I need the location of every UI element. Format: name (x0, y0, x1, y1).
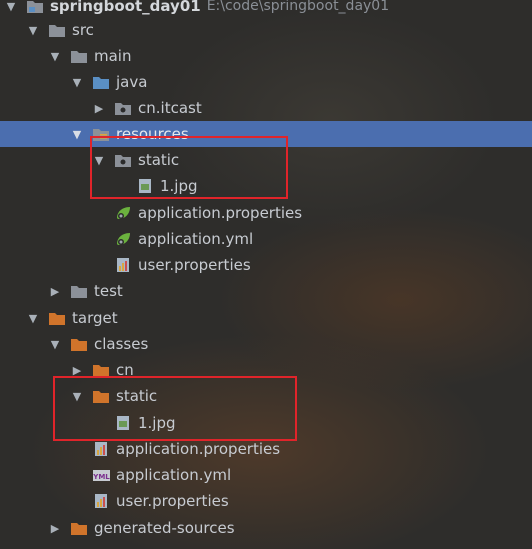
tree-item-label: main (94, 47, 132, 65)
folder-orange-icon (48, 310, 66, 326)
tree-root-path: E:\code\springboot_day01 (206, 0, 390, 14)
tree-item-label: src (72, 21, 94, 39)
chevron-down-icon[interactable]: ▼ (70, 76, 84, 89)
spring-leaf-icon (114, 231, 132, 247)
highlight-box-target-static (53, 376, 297, 441)
module-folder-icon (26, 0, 44, 14)
chevron-right-icon[interactable]: ▶ (92, 102, 106, 115)
tree-item-label: java (116, 73, 148, 91)
yml-badge: YML (92, 473, 110, 481)
tree-item-main[interactable]: ▼ main (0, 43, 532, 69)
folder-orange-icon (70, 520, 88, 536)
folder-gray-icon (48, 22, 66, 38)
folder-orange-icon (70, 336, 88, 352)
spring-leaf-icon (114, 205, 132, 221)
folder-blue-icon (92, 74, 110, 90)
tree-item-label: user.properties (116, 492, 229, 510)
folder-gray-icon (70, 48, 88, 64)
tree-item-classes[interactable]: ▼ classes (0, 331, 532, 357)
chevron-down-icon[interactable]: ▼ (48, 338, 62, 351)
tree-item-label: application.properties (116, 440, 281, 458)
package-icon (114, 100, 132, 116)
tree-item-test[interactable]: ▶ test (0, 278, 532, 304)
yml-file-icon: YML (92, 467, 110, 483)
folder-gray-icon (70, 283, 88, 299)
chevron-right-icon[interactable]: ▶ (70, 364, 84, 377)
chevron-down-icon[interactable]: ▼ (4, 0, 18, 13)
tree-item-user-properties-target[interactable]: ▶ user.properties (0, 488, 532, 514)
chevron-down-icon[interactable]: ▼ (26, 24, 40, 37)
tree-item-label: application.properties (138, 204, 303, 222)
tree-item-application-properties[interactable]: ▶ application.properties (0, 200, 532, 226)
chevron-right-icon[interactable]: ▶ (48, 285, 62, 298)
highlight-box-src-static (90, 136, 288, 199)
tree-item-label: application.yml (138, 230, 254, 248)
properties-file-icon (114, 257, 132, 273)
properties-file-icon (92, 441, 110, 457)
properties-file-icon (92, 493, 110, 509)
tree-item-generated-sources[interactable]: ▶ generated-sources (0, 515, 532, 541)
tree-item-src[interactable]: ▼ src (0, 17, 532, 43)
tree-item-application-yml-target[interactable]: ▶ YML application.yml (0, 462, 532, 488)
tree-item-java[interactable]: ▼ java (0, 69, 532, 95)
tree-item-application-yml[interactable]: ▶ application.yml (0, 226, 532, 252)
tree-root-label: springboot_day01 (50, 0, 201, 15)
project-tree-panel: ▼ springboot_day01 E:\code\springboot_da… (0, 0, 532, 549)
chevron-down-icon[interactable]: ▼ (26, 312, 40, 325)
tree-item-label: test (94, 282, 123, 300)
tree-item-label: cn.itcast (138, 99, 202, 117)
tree-item-label: user.properties (138, 256, 251, 274)
tree-item-label: classes (94, 335, 149, 353)
tree-item-label: target (72, 309, 118, 327)
tree-item-target[interactable]: ▼ target (0, 305, 532, 331)
chevron-down-icon[interactable]: ▼ (48, 50, 62, 63)
tree-item-user-properties[interactable]: ▶ user.properties (0, 252, 532, 278)
tree-item-label: application.yml (116, 466, 232, 484)
tree-item-label: generated-sources (94, 519, 235, 537)
chevron-down-icon[interactable]: ▼ (70, 128, 84, 141)
tree-item-cn-itcast[interactable]: ▶ cn.itcast (0, 95, 532, 121)
chevron-right-icon[interactable]: ▶ (48, 522, 62, 535)
